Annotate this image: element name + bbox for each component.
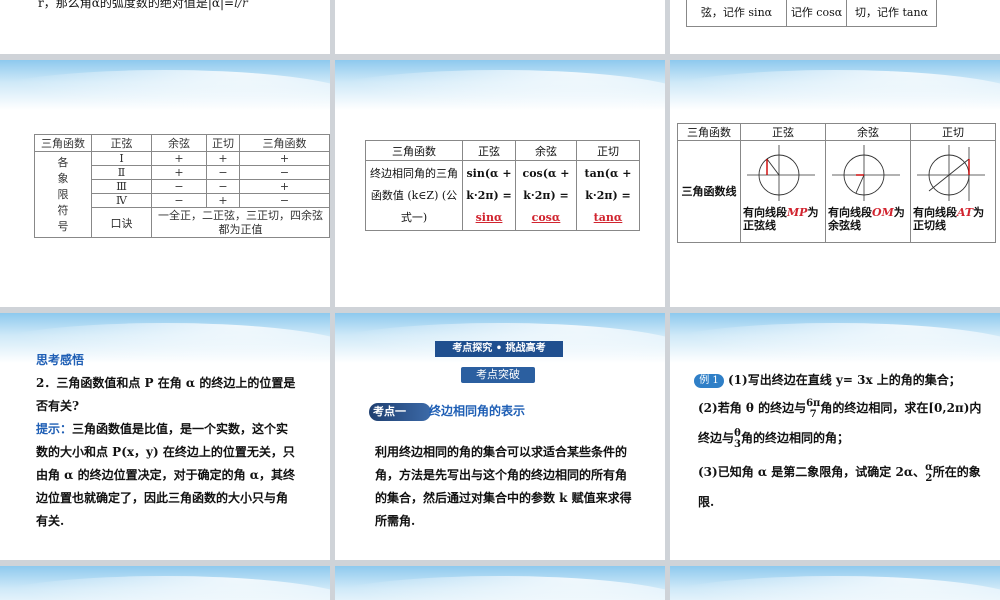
slide-quadrant-signs[interactable]: 三角函数 正弦 余弦 正切 三角函数 各象限符号 Ⅰ + + + Ⅱ + − −… xyxy=(0,60,330,307)
thinking-question: 2．三角函数值和点 P 在角 α 的终边上的位置是否有关? xyxy=(36,376,296,413)
row-label: 终边相同角的三角函数值 (k∈Z) (公式一) xyxy=(365,160,463,231)
mnemonic-label: 口诀 xyxy=(91,207,152,238)
header-wave xyxy=(0,566,330,600)
point-badge: 考点一 xyxy=(369,403,431,421)
col-header: 三角函数 xyxy=(677,123,741,141)
sign-cell: + xyxy=(151,151,207,166)
example-badge: 例 1 xyxy=(694,374,724,388)
thinking-hint: 提示：三角函数值是比值，是一个实数，这个实数的大小和点 P(x，y) 在终边上的… xyxy=(36,422,296,528)
row-label: 各象限符号 xyxy=(34,151,92,238)
definition-table-fragment: 弦，记作 sinα 记作 cosα 切，记作 tanα xyxy=(686,0,937,27)
example-q1: (1)写出终边在直线 y= 3x 上的角的集合； xyxy=(728,373,961,387)
slide-thinking[interactable]: 思考感悟 2．三角函数值和点 P 在角 α 的终边上的位置是否有关? 提示：三角… xyxy=(0,313,330,560)
slide-bottom-middle[interactable] xyxy=(335,566,665,600)
slide-bottom-left[interactable] xyxy=(0,566,330,600)
sin-formula: sin(α + k·2π) = sinα xyxy=(462,160,516,231)
radian-definition-text: r，那么角α的弧度数的绝对值是|α|=l/r xyxy=(38,0,248,10)
sign-cell: − xyxy=(239,165,330,180)
quadrant-sign-table: 三角函数 正弦 余弦 正切 三角函数 各象限符号 Ⅰ + + + Ⅱ + − −… xyxy=(34,134,330,238)
slide-example[interactable]: 例 1 (1)写出终边在直线 y= 3x 上的角的集合； (2)若角 θ 的终边… xyxy=(670,313,1000,560)
col-header: 三角函数 xyxy=(365,140,463,161)
sign-cell: + xyxy=(206,193,240,208)
cos-formula: cos(α + k·2π) = cosα xyxy=(515,160,577,231)
col-header: 三角函数 xyxy=(34,134,92,152)
cos-cell: 记作 cosα xyxy=(786,0,847,27)
col-header: 正切 xyxy=(910,123,996,141)
col-header: 余弦 xyxy=(515,140,577,161)
sign-cell: + xyxy=(206,151,240,166)
trig-lines-table: 三角函数 正弦 余弦 正切 三角函数线 有向线段MP为正弦线 有向线段OM为余弦… xyxy=(677,123,996,243)
col-header: 余弦 xyxy=(825,123,911,141)
sign-cell: − xyxy=(239,193,330,208)
unit-circle-sin-diagram xyxy=(747,145,815,201)
quadrant-label: Ⅰ xyxy=(91,151,152,166)
formula-one-table: 三角函数 正弦 余弦 正切 终边相同角的三角函数值 (k∈Z) (公式一) si… xyxy=(365,140,640,231)
mnemonic-text: 一全正，二正弦，三正切，四余弦都为正值 xyxy=(151,207,330,238)
sign-cell: − xyxy=(151,193,207,208)
slide-top-right[interactable]: 弦，记作 sinα 记作 cosα 切，记作 tanα xyxy=(670,0,1000,54)
slide-formula-one[interactable]: 三角函数 正弦 余弦 正切 终边相同角的三角函数值 (k∈Z) (公式一) si… xyxy=(335,60,665,307)
col-header: 正弦 xyxy=(740,123,826,141)
segment-at: AT xyxy=(957,206,974,219)
tan-answer: tanα xyxy=(593,210,623,224)
example-q3: (3)已知角 α 是第二象限角，试确定 2α、α 2所在的象限. xyxy=(698,461,981,510)
exam-banner: 考点探究 • 挑战高考 xyxy=(435,341,563,357)
slide-exam-point[interactable]: 考点探究 • 挑战高考 考点突破 考点一 终边相同角的表示 利用终边相同的角的集… xyxy=(335,313,665,560)
col-header: 正切 xyxy=(576,140,640,161)
sign-cell: + xyxy=(239,151,330,166)
example-q2: (2)若角 θ 的终边与6π 7 角的终边相同，求在[0,2π)内终边与θ 3角的终边… xyxy=(698,397,982,450)
col-header: 正弦 xyxy=(462,140,516,161)
tan-formula: tan(α + k·2π) = tanα xyxy=(576,160,640,231)
segment-mp: MP xyxy=(787,206,808,219)
quadrant-label: Ⅳ xyxy=(91,193,152,208)
tan-cell: 切，记作 tanα xyxy=(846,0,937,27)
quadrant-label: Ⅱ xyxy=(91,165,152,180)
thinking-title: 思考感悟 xyxy=(36,353,85,367)
slide-top-left[interactable]: r，那么角α的弧度数的绝对值是|α|=l/r xyxy=(0,0,330,54)
slide-bottom-right[interactable] xyxy=(670,566,1000,600)
header-wave xyxy=(0,60,330,130)
cos-line-cell: 有向线段OM为余弦线 xyxy=(825,140,911,243)
header-wave xyxy=(670,566,1000,600)
sign-cell: − xyxy=(206,165,240,180)
cos-answer: cosα xyxy=(531,210,561,224)
sin-answer: sinα xyxy=(475,210,503,224)
sign-cell: + xyxy=(239,179,330,194)
sign-cell: + xyxy=(151,165,207,180)
sign-cell: − xyxy=(151,179,207,194)
row-label: 三角函数线 xyxy=(677,140,741,243)
slide-top-middle[interactable] xyxy=(335,0,665,54)
slide-trig-lines[interactable]: 三角函数 正弦 余弦 正切 三角函数线 有向线段MP为正弦线 有向线段OM为余弦… xyxy=(670,60,1000,307)
sin-cell: 弦，记作 sinα xyxy=(686,0,787,27)
quadrant-label: Ⅲ xyxy=(91,179,152,194)
unit-circle-cos-diagram xyxy=(832,145,900,201)
tan-line-cell: 有向线段AT为正切线 xyxy=(910,140,996,243)
point-title: 终边相同角的表示 xyxy=(429,404,526,418)
segment-om: OM xyxy=(872,206,894,219)
exam-sub-banner: 考点突破 xyxy=(461,367,535,383)
unit-circle-tan-diagram xyxy=(917,145,985,201)
header-wave xyxy=(335,566,665,600)
header-wave xyxy=(670,60,1000,130)
col-header: 正切 xyxy=(206,134,240,152)
col-header: 余弦 xyxy=(151,134,207,152)
col-header: 三角函数 xyxy=(239,134,330,152)
col-header: 正弦 xyxy=(91,134,152,152)
sign-cell: − xyxy=(206,179,240,194)
header-wave xyxy=(670,313,1000,383)
sin-line-cell: 有向线段MP为正弦线 xyxy=(740,140,826,243)
header-wave xyxy=(335,60,665,130)
point-body: 利用终边相同的角的集合可以求适合某些条件的角，方法是先写出与这个角的终边相同的所… xyxy=(375,445,632,528)
